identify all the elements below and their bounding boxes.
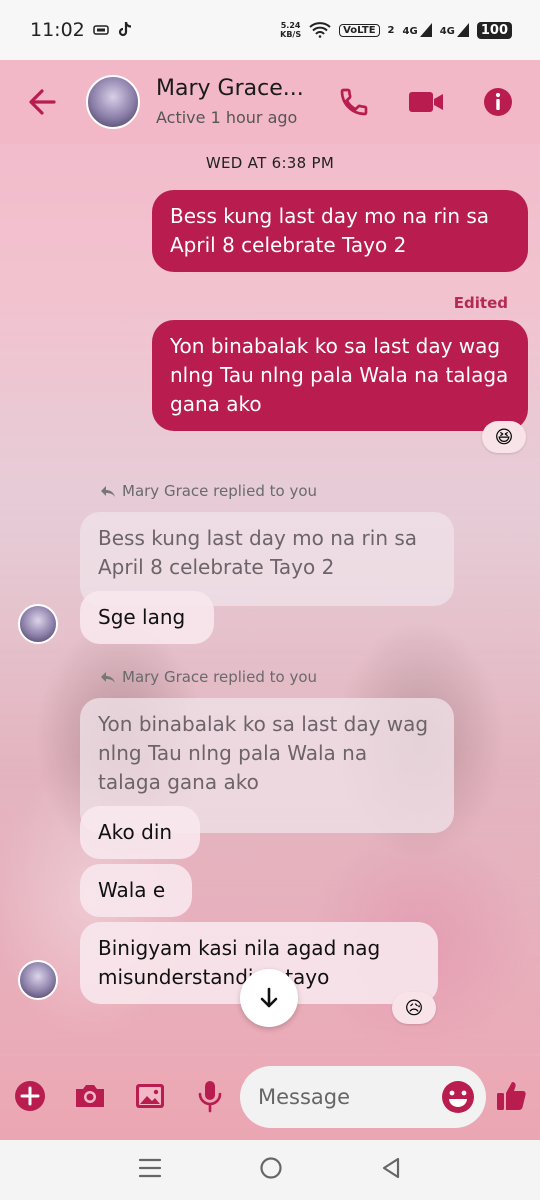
sad-emoji: 😥 [404, 997, 424, 1019]
video-call-button[interactable] [406, 82, 446, 122]
gallery-button[interactable] [132, 1078, 168, 1114]
volte-badge: VoLTE [339, 23, 380, 37]
contact-avatar[interactable] [86, 75, 140, 129]
like-button[interactable] [493, 1078, 529, 1114]
mic-icon [198, 1081, 222, 1113]
back-triangle-icon [382, 1157, 399, 1179]
date-separator: WED AT 6:38 PM [205, 154, 335, 172]
more-actions-button[interactable] [12, 1078, 48, 1114]
edited-label: Edited [453, 294, 508, 312]
outgoing-message[interactable]: Bess kung last day mo na rin sa April 8 … [152, 190, 528, 272]
network-4g-1: 4G [403, 23, 432, 37]
contact-avatar-small[interactable] [18, 960, 58, 1000]
reply-icon [101, 672, 115, 683]
back-arrow-icon [29, 89, 56, 115]
message-reaction[interactable]: 😆 [482, 421, 526, 453]
message-reaction[interactable]: 😥 [392, 992, 436, 1024]
network-speed: 5.24 KB/S [280, 21, 302, 39]
info-button[interactable] [478, 82, 518, 122]
contact-name[interactable]: Mary Grace... [156, 76, 304, 101]
outgoing-message[interactable]: Yon binabalak ko sa last day wag nlng Ta… [152, 320, 528, 431]
emoji-icon [442, 1081, 474, 1113]
laughing-emoji: 😆 [494, 426, 514, 448]
phone-icon [340, 88, 368, 116]
status-time: 11:02 [30, 19, 85, 41]
network-activity-icon [93, 25, 109, 35]
scroll-down-icon [260, 987, 278, 1008]
camera-button[interactable] [72, 1078, 108, 1114]
home-circle-icon [260, 1157, 282, 1179]
network-4g-2: 4G [440, 23, 469, 37]
like-icon [497, 1082, 526, 1110]
status-bar: 11:02 5.24 KB/S VoLTE 2 4G 4G 100 [0, 0, 540, 60]
video-icon [409, 92, 443, 112]
emoji-button[interactable] [440, 1079, 476, 1115]
wifi-icon [309, 22, 331, 38]
voice-button[interactable] [192, 1078, 228, 1114]
back-button[interactable] [24, 82, 64, 122]
reply-note: Mary Grace replied to you [100, 668, 317, 686]
system-navigation-bar [0, 1140, 540, 1200]
contact-status: Active 1 hour ago [156, 108, 298, 127]
plus-icon [15, 1081, 45, 1111]
contact-avatar-small[interactable] [18, 604, 58, 644]
call-button[interactable] [334, 82, 374, 122]
chat-header: Mary Grace... Active 1 hour ago [0, 60, 540, 144]
signal-icon [456, 23, 469, 37]
menu-icon [139, 1158, 162, 1178]
battery-indicator: 100 [476, 21, 512, 39]
tiktok-icon [118, 21, 131, 37]
back-nav-button[interactable] [380, 1156, 402, 1184]
camera-icon [76, 1085, 104, 1107]
recent-apps-button[interactable] [138, 1157, 162, 1183]
reply-icon [101, 486, 115, 497]
sim-label: 2 [387, 24, 395, 36]
image-icon [136, 1084, 164, 1108]
scroll-to-bottom-button[interactable] [240, 969, 298, 1027]
reply-note: Mary Grace replied to you [100, 482, 317, 500]
home-button[interactable] [259, 1156, 283, 1184]
incoming-message[interactable]: Sge lang [80, 591, 214, 644]
signal-icon [419, 23, 432, 37]
info-icon [484, 88, 512, 116]
incoming-message[interactable]: Ako din [80, 806, 200, 859]
message-composer [0, 1062, 540, 1132]
chat-area[interactable]: Mary Grace... Active 1 hour ago WED AT 6… [0, 60, 540, 1140]
incoming-message[interactable]: Wala e [80, 864, 192, 917]
